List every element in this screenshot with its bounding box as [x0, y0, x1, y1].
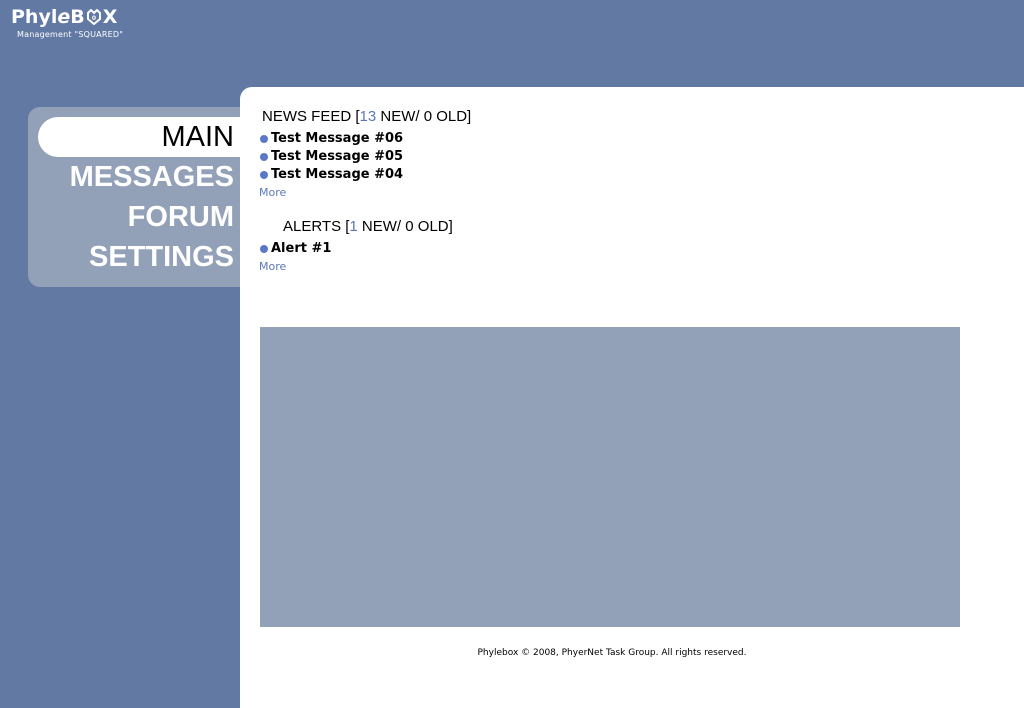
- news-feed-more-link[interactable]: More: [259, 186, 286, 199]
- news-feed-new-count: 13: [359, 108, 377, 125]
- news-feed-item[interactable]: Test Message #05: [260, 148, 403, 166]
- logo-text-left: Phyl: [11, 6, 58, 28]
- news-feed-title: NEWS FEED [13 NEW/ 0 OLD]: [262, 108, 471, 125]
- main-nav: MAIN MESSAGES FORUM SETTINGS: [28, 107, 250, 287]
- alerts-title: ALERTS [1 NEW/ 0 OLD]: [283, 218, 453, 235]
- nav-item-forum-label: FORUM: [127, 201, 234, 233]
- news-feed-list: Test Message #06 Test Message #05 Test M…: [260, 130, 403, 184]
- news-feed-item[interactable]: Test Message #06: [260, 130, 403, 148]
- logo-tagline: Management "SQUARED": [17, 30, 124, 39]
- box-logo-icon: 0: [86, 9, 102, 25]
- alert-item[interactable]: Alert #1: [260, 240, 331, 258]
- news-feed-item-label: Test Message #05: [271, 149, 404, 164]
- bullet-icon: [260, 245, 268, 253]
- nav-item-main-label: MAIN: [161, 121, 235, 153]
- news-feed-title-suffix: NEW/ 0 OLD]: [376, 108, 472, 125]
- news-feed-item-label: Test Message #06: [271, 131, 404, 146]
- nav-item-messages[interactable]: MESSAGES: [70, 157, 234, 197]
- alerts-new-count: 1: [349, 218, 358, 235]
- bullet-icon: [260, 135, 268, 143]
- logo-title: Phyl e B 0 X: [11, 5, 123, 29]
- alerts-more-link[interactable]: More: [259, 260, 286, 273]
- svg-text:0: 0: [92, 15, 96, 22]
- logo: Phyl e B 0 X Management "SQUARED": [11, 5, 123, 39]
- bullet-icon: [260, 153, 268, 161]
- nav-item-forum[interactable]: FORUM: [128, 197, 234, 237]
- main-content: NEWS FEED [13 NEW/ 0 OLD] Test Message #…: [240, 87, 1024, 708]
- logo-text-e: e: [57, 6, 71, 28]
- logo-text-b: B: [70, 6, 85, 28]
- bullet-icon: [260, 171, 268, 179]
- nav-item-messages-label: MESSAGES: [69, 161, 234, 193]
- alerts-list: Alert #1: [260, 240, 331, 258]
- alerts-title-prefix: ALERTS [: [283, 218, 350, 235]
- news-feed-item[interactable]: Test Message #04: [260, 166, 403, 184]
- nav-item-settings[interactable]: SETTINGS: [89, 237, 234, 277]
- news-feed-item-label: Test Message #04: [271, 167, 404, 182]
- content-panel: [260, 327, 960, 627]
- logo-text-x: X: [102, 6, 118, 28]
- alert-item-label: Alert #1: [271, 241, 332, 256]
- nav-item-settings-label: SETTINGS: [88, 241, 234, 273]
- alerts-title-suffix: NEW/ 0 OLD]: [357, 218, 453, 235]
- news-feed-title-prefix: NEWS FEED [: [262, 108, 360, 125]
- footer-copyright: Phylebox © 2008, PhyerNet Task Group. Al…: [477, 648, 747, 658]
- nav-item-main[interactable]: MAIN: [38, 117, 250, 157]
